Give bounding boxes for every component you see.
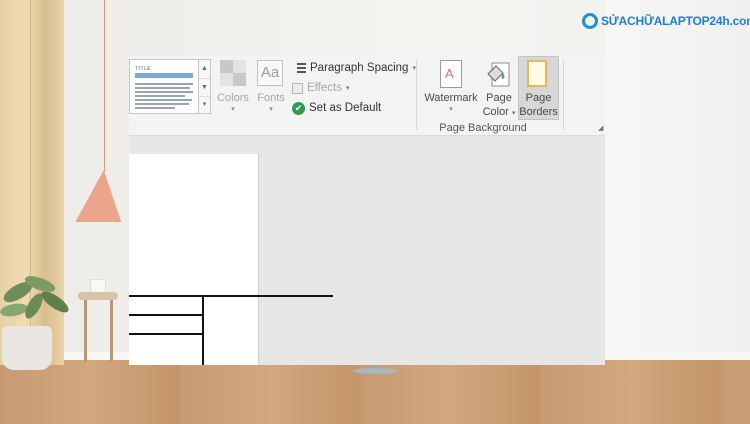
gallery-scroll-up-button[interactable]: ▲ bbox=[199, 60, 210, 77]
table-border bbox=[129, 295, 333, 297]
effects-button[interactable]: Effects ▾ bbox=[292, 79, 349, 97]
palette-swatch bbox=[220, 73, 233, 86]
page-borders-label-line1: Page bbox=[525, 92, 552, 104]
colors-label: Colors bbox=[217, 92, 249, 104]
style-gallery-line bbox=[135, 107, 175, 109]
gallery-more-button[interactable]: ▾ bbox=[199, 96, 210, 113]
palette-swatch bbox=[233, 60, 246, 73]
site-logo: SỬACHỮALAPTOP24h.com bbox=[582, 13, 750, 29]
page-color-icon bbox=[487, 62, 510, 87]
ribbon-separator bbox=[563, 60, 564, 130]
style-gallery-heading bbox=[135, 73, 193, 78]
table-border bbox=[129, 314, 204, 316]
colors-icon bbox=[220, 60, 246, 86]
plant-pot bbox=[2, 326, 52, 370]
stool-leg bbox=[84, 300, 87, 362]
chevron-down-icon: ▾ bbox=[345, 85, 350, 92]
colors-button[interactable]: Colors ▾ bbox=[215, 91, 251, 114]
palette-swatch bbox=[220, 60, 233, 73]
ribbon-design-tab: TITLE ▲ ▼ ▾ Colors ▾ Aa Fonts ▾ Paragrap… bbox=[129, 56, 605, 136]
style-set-gallery[interactable]: TITLE bbox=[129, 59, 199, 114]
palette-swatch bbox=[233, 73, 246, 86]
effects-icon bbox=[292, 82, 303, 94]
paragraph-spacing-label: Paragraph Spacing bbox=[310, 62, 409, 74]
page-borders-icon bbox=[527, 60, 547, 87]
style-gallery-title: TITLE bbox=[135, 66, 152, 72]
watermark-button[interactable]: Watermark ▾ bbox=[421, 91, 481, 114]
page-color-label-line1: Page bbox=[486, 92, 512, 104]
background-wall-right bbox=[605, 0, 750, 352]
style-gallery-line bbox=[135, 83, 193, 85]
chevron-down-icon: ▾ bbox=[511, 110, 516, 117]
gallery-scrollbar: ▲ ▼ ▾ bbox=[198, 59, 211, 114]
watermark-label: Watermark bbox=[424, 92, 478, 104]
checkmark-icon: ✔ bbox=[292, 101, 305, 115]
fonts-label: Fonts bbox=[257, 92, 285, 104]
style-gallery-line bbox=[135, 95, 185, 97]
chevron-down-icon: ▾ bbox=[269, 106, 273, 113]
paragraph-spacing-button[interactable]: Paragraph Spacing ▾ bbox=[292, 59, 416, 77]
pendant-lamp bbox=[75, 170, 127, 222]
fonts-button[interactable]: Fonts ▾ bbox=[253, 91, 289, 114]
set-as-default-button[interactable]: ✔ Set as Default bbox=[292, 99, 381, 117]
fonts-icon: Aa bbox=[257, 60, 283, 86]
page-color-button[interactable]: Page Color ▾ bbox=[481, 91, 517, 121]
cup bbox=[90, 279, 106, 293]
plant-image bbox=[0, 276, 69, 319]
stand-base bbox=[352, 368, 398, 374]
table-border bbox=[129, 333, 204, 335]
dialog-launcher-icon[interactable]: ◢ bbox=[598, 124, 603, 132]
style-gallery-line bbox=[135, 87, 190, 89]
word-window: TITLE ▲ ▼ ▾ Colors ▾ Aa Fonts ▾ Paragrap… bbox=[129, 56, 605, 365]
effects-label: Effects bbox=[307, 82, 342, 94]
page-background-group-label: Page Background bbox=[439, 122, 527, 134]
lamp-cord bbox=[104, 0, 105, 172]
style-gallery-line bbox=[135, 103, 189, 105]
table-border bbox=[202, 295, 204, 365]
page-borders-label-line2: Borders bbox=[519, 106, 558, 118]
page-color-label-line2: Color bbox=[482, 106, 509, 118]
style-gallery-line bbox=[135, 91, 193, 93]
set-as-default-label: Set as Default bbox=[309, 102, 382, 114]
chevron-down-icon: ▾ bbox=[231, 106, 235, 113]
gear-icon bbox=[582, 13, 598, 29]
style-gallery-line bbox=[135, 99, 192, 101]
stool-leg bbox=[110, 300, 113, 362]
chevron-down-icon: ▾ bbox=[449, 106, 453, 113]
page-borders-label: Page Borders bbox=[518, 91, 559, 119]
watermark-icon-letter: A bbox=[445, 66, 454, 81]
stool bbox=[78, 292, 118, 300]
watermark-icon: A bbox=[440, 60, 462, 88]
gallery-scroll-down-button[interactable]: ▼ bbox=[199, 78, 210, 97]
ribbon-separator bbox=[416, 60, 417, 130]
logo-text: SỬACHỮALAPTOP24h.com bbox=[601, 14, 750, 28]
paragraph-spacing-icon bbox=[292, 61, 306, 75]
